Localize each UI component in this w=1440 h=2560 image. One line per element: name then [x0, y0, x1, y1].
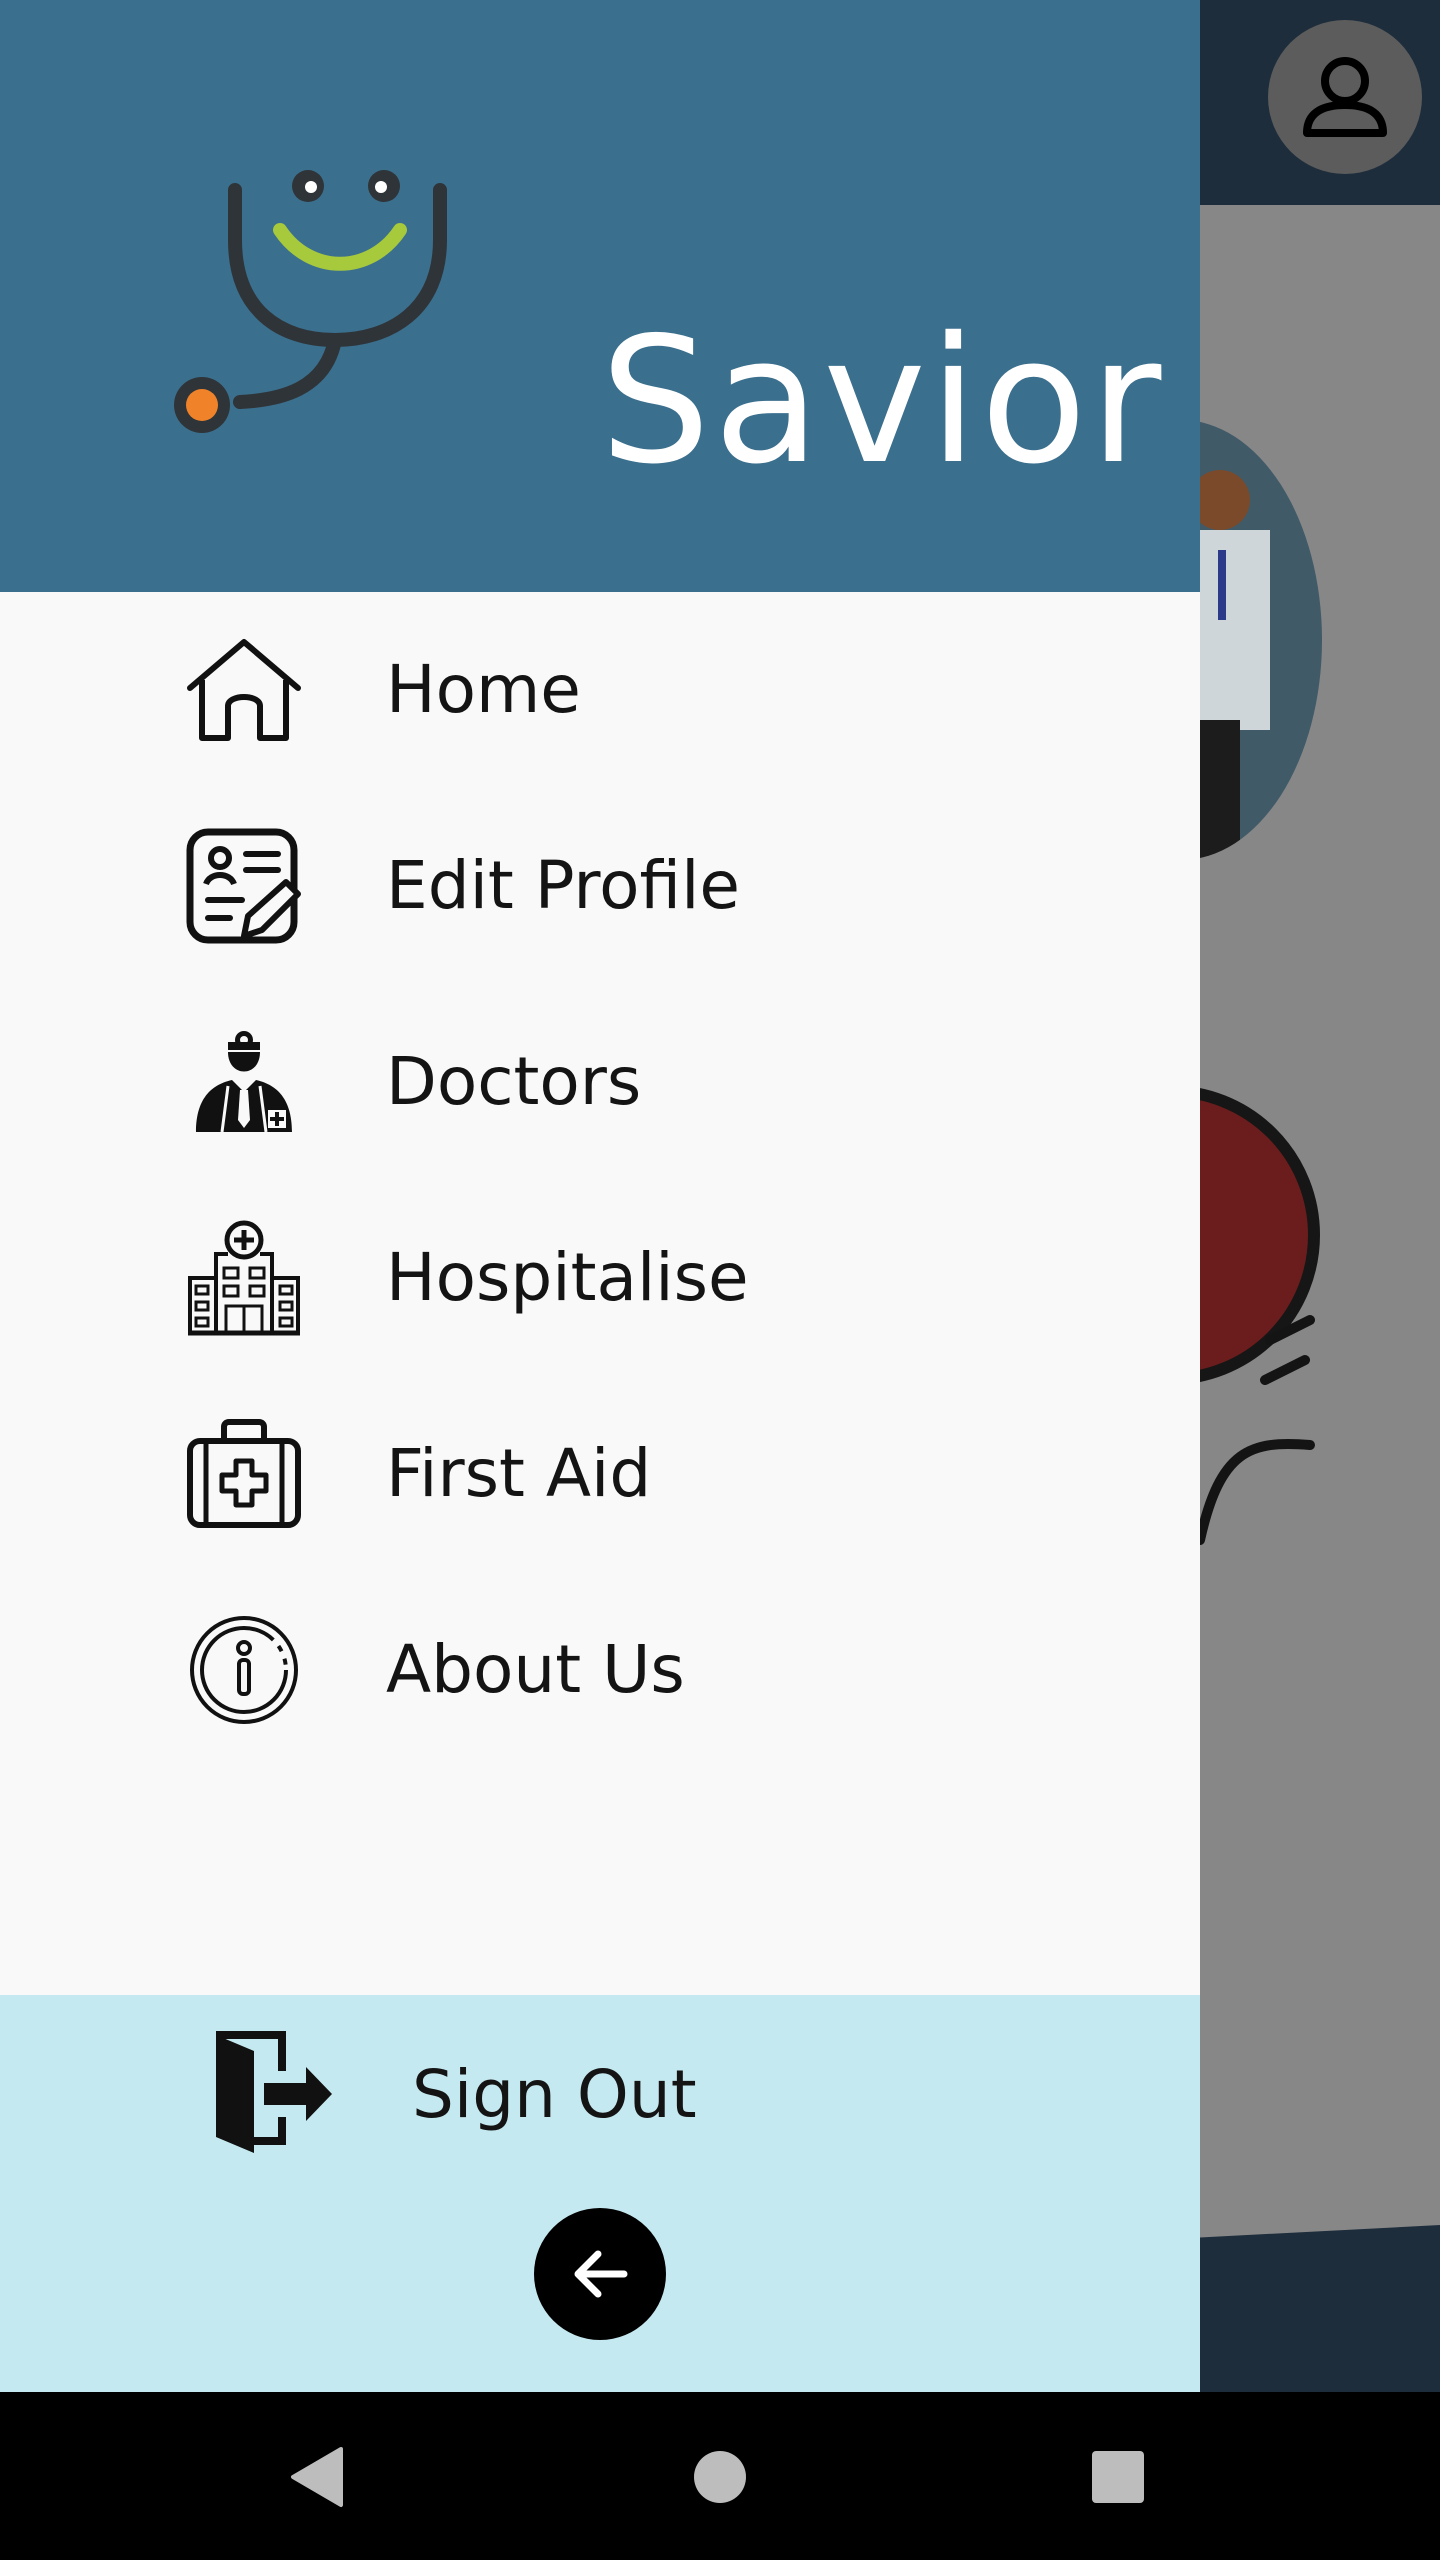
sign-out-button[interactable]: Sign Out	[0, 1995, 1200, 2195]
drawer-menu: Home Edit Profile Doctors Hospitalise Fi…	[0, 592, 1200, 1768]
emergency-illustration-lines	[1195, 1315, 1315, 1545]
drawer-footer: Sign Out	[0, 1995, 1200, 2392]
menu-item-label: About Us	[386, 1631, 685, 1708]
square-recents-icon	[1092, 2451, 1144, 2503]
system-back-button[interactable]	[272, 2432, 362, 2522]
close-drawer-button[interactable]	[534, 2208, 666, 2340]
menu-item-label: Hospitalise	[386, 1239, 749, 1316]
menu-item-doctors[interactable]: Doctors	[0, 984, 1200, 1180]
app-title: Savior	[600, 299, 1165, 503]
stethoscope-smile-logo-icon	[174, 170, 447, 433]
person-icon	[1303, 57, 1387, 137]
home-icon	[184, 632, 304, 748]
circle-home-icon	[694, 2451, 746, 2503]
navigation-drawer: Savior Home Edit Profile Doctors Hospita…	[0, 0, 1200, 2392]
menu-item-hospitalise[interactable]: Hospitalise	[0, 1180, 1200, 1376]
system-navigation-bar	[0, 2392, 1440, 2560]
menu-item-label: Doctors	[386, 1043, 642, 1120]
info-icon	[184, 1612, 304, 1728]
system-home-button[interactable]	[675, 2432, 765, 2522]
exit-door-icon	[212, 2031, 338, 2157]
edit-profile-icon	[184, 828, 304, 944]
menu-item-label: First Aid	[386, 1435, 652, 1512]
menu-item-home[interactable]: Home	[0, 592, 1200, 788]
profile-avatar-button[interactable]	[1268, 20, 1422, 174]
menu-item-first-aid[interactable]: First Aid	[0, 1376, 1200, 1572]
sign-out-label: Sign Out	[412, 2056, 697, 2133]
triangle-back-icon	[291, 2447, 343, 2507]
menu-item-label: Home	[386, 651, 581, 728]
hospital-icon	[184, 1220, 304, 1336]
drawer-header: Savior	[0, 0, 1200, 592]
menu-item-label: Edit Profile	[386, 847, 741, 924]
doctor-icon	[184, 1024, 304, 1140]
menu-item-about-us[interactable]: About Us	[0, 1572, 1200, 1768]
first-aid-kit-icon	[184, 1416, 304, 1532]
system-recents-button[interactable]	[1073, 2432, 1163, 2522]
arrow-left-icon	[574, 2250, 628, 2298]
menu-item-edit-profile[interactable]: Edit Profile	[0, 788, 1200, 984]
